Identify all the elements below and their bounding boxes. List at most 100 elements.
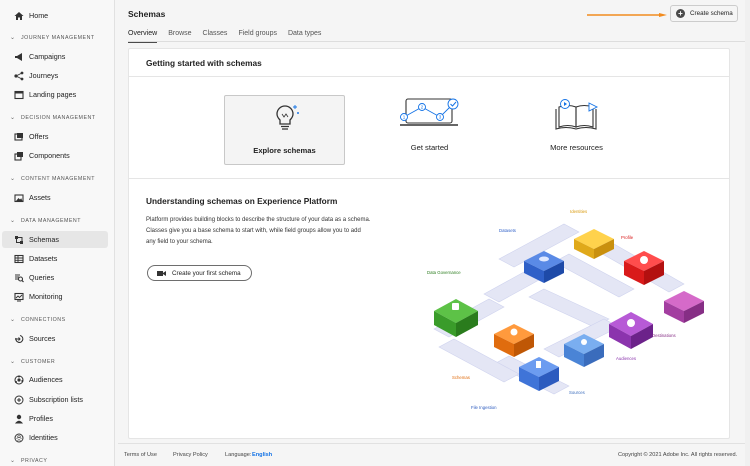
page-icon	[14, 90, 24, 100]
cta-label: Create your first schema	[172, 269, 241, 277]
sidebar-item-offers[interactable]: Offers	[2, 128, 108, 145]
components-icon	[14, 151, 24, 161]
section-title: DECISION MANAGEMENT	[21, 114, 96, 121]
tab-divider	[128, 41, 745, 42]
schema-icon	[14, 235, 24, 245]
card-title: Getting started with schemas	[146, 58, 262, 68]
chevron-down-icon: ⌄	[10, 218, 16, 224]
sidebar-item-label: Datasets	[29, 254, 58, 263]
sidebar-item-sources[interactable]: Sources	[2, 330, 108, 347]
footer: Terms of Use Privacy Policy Language: En…	[118, 443, 748, 466]
sidebar-item-queries[interactable]: Queries	[2, 269, 108, 286]
sidebar-item-campaigns[interactable]: Campaigns	[2, 48, 108, 65]
profile-icon	[14, 414, 24, 424]
label-datasets: Datasets	[499, 228, 516, 233]
sidebar-item-label: Assets	[29, 193, 51, 202]
assets-icon	[14, 193, 24, 203]
tile-more-resources[interactable]: More resources	[516, 95, 637, 165]
label-identities: Identities	[570, 209, 587, 214]
sidebar-item-label: Identities	[29, 433, 58, 442]
chevron-down-icon: ⌄	[10, 176, 16, 182]
sidebar-item-label: Profiles	[29, 414, 53, 423]
sidebar-item-label: Offers	[29, 132, 49, 141]
language-selector[interactable]: English	[252, 452, 272, 458]
sidebar-item-datasets[interactable]: Datasets	[2, 250, 108, 267]
sidebar-item-label: Campaigns	[29, 52, 66, 61]
sidebar-item-profiles[interactable]: Profiles	[2, 410, 108, 427]
terms-link[interactable]: Terms of Use	[124, 452, 157, 458]
divider	[129, 178, 729, 179]
sidebar-item-components[interactable]: Components	[2, 147, 108, 164]
sidebar-item-identities[interactable]: Identities	[2, 429, 108, 446]
tile-get-started[interactable]: 1 2 3 Get started	[369, 95, 490, 165]
sidebar-item-label: Components	[29, 151, 70, 160]
datasets-icon	[14, 254, 24, 264]
label-profile: Profile	[621, 235, 634, 240]
section-connections[interactable]: ⌄ CONNECTIONS	[10, 316, 66, 324]
sidebar-item-label: Journeys	[29, 71, 59, 80]
section-title: JOURNEY MANAGEMENT	[21, 34, 95, 41]
sidebar-item-label: Audiences	[29, 375, 63, 384]
sidebar-item-journeys[interactable]: Journeys	[2, 67, 108, 84]
scrollbar[interactable]	[745, 0, 750, 466]
destinations-block	[664, 291, 704, 323]
laptop-steps-icon: 1 2 3	[400, 98, 459, 126]
sidebar-item-schemas[interactable]: Schemas	[2, 231, 108, 248]
sidebar-item-label: Landing pages	[29, 90, 77, 99]
page-title: Schemas	[128, 9, 166, 19]
section-journey-management[interactable]: ⌄ JOURNEY MANAGEMENT	[10, 34, 95, 42]
sidebar-item-home[interactable]: Home	[2, 7, 108, 24]
label-schemas: Schemas	[452, 375, 470, 380]
audiences-block	[609, 312, 653, 349]
label-sources: Sources	[569, 390, 585, 395]
section-title: CONNECTIONS	[21, 316, 66, 323]
description-text: Platform provides building blocks to des…	[146, 217, 371, 245]
chevron-down-icon: ⌄	[10, 458, 16, 464]
label-audiences: Audiences	[616, 356, 636, 361]
chevron-down-icon: ⌄	[10, 359, 16, 365]
section-subtitle: Understanding schemas on Experience Plat…	[146, 196, 338, 206]
identities-icon	[14, 433, 24, 443]
sidebar-item-subscription-lists[interactable]: Subscription lists	[2, 391, 108, 408]
schema-ecosystem-illustration: Identities Datasets Profile Data Governa…	[427, 209, 704, 410]
sidebar-item-audiences[interactable]: Audiences	[2, 371, 108, 388]
create-first-schema-button[interactable]: Create your first schema	[147, 265, 252, 281]
getting-started-card: Getting started with schemas Explore sch…	[128, 48, 730, 439]
section-privacy[interactable]: ⌄ PRIVACY	[10, 457, 48, 465]
label-data-governance: Data Governance	[427, 270, 461, 275]
language-label: Language:	[225, 452, 252, 458]
video-camera-icon	[157, 270, 166, 276]
monitoring-icon	[14, 292, 24, 302]
divider	[129, 76, 729, 77]
sidebar: Home ⌄ JOURNEY MANAGEMENT Campaigns Journ…	[0, 0, 115, 466]
sidebar-item-label: Home	[29, 11, 49, 20]
audiences-icon	[14, 375, 24, 385]
sidebar-item-label: Monitoring	[29, 292, 63, 301]
sources-icon	[14, 334, 24, 344]
tile-label: Explore schemas	[253, 146, 316, 155]
sidebar-item-landing-pages[interactable]: Landing pages	[2, 86, 108, 103]
schemas-block	[494, 324, 534, 357]
tile-explore-schemas[interactable]: Explore schemas	[224, 95, 345, 165]
create-schema-button[interactable]: + Create schema	[670, 5, 738, 22]
privacy-link[interactable]: Privacy Policy	[173, 452, 208, 458]
section-title: PRIVACY	[21, 457, 48, 464]
section-content-management[interactable]: ⌄ CONTENT MANAGEMENT	[10, 175, 95, 183]
queries-icon	[14, 273, 24, 283]
book-icon	[555, 99, 599, 130]
sidebar-item-monitoring[interactable]: Monitoring	[2, 288, 108, 305]
chevron-down-icon: ⌄	[10, 35, 16, 41]
section-title: CONTENT MANAGEMENT	[21, 175, 95, 182]
subscription-icon	[14, 395, 24, 405]
chevron-down-icon: ⌄	[10, 115, 16, 121]
section-customer[interactable]: ⌄ CUSTOMER	[10, 358, 56, 366]
tile-label: Get started	[410, 143, 449, 152]
megaphone-icon	[14, 52, 24, 62]
section-decision-management[interactable]: ⌄ DECISION MANAGEMENT	[10, 114, 96, 122]
section-title: CUSTOMER	[21, 358, 56, 365]
section-data-management[interactable]: ⌄ DATA MANAGEMENT	[10, 217, 81, 225]
label-file-ingestion: File Ingestion	[471, 405, 497, 410]
sidebar-item-assets[interactable]: Assets	[2, 189, 108, 206]
offers-icon	[14, 132, 24, 142]
sidebar-item-label: Subscription lists	[29, 395, 83, 404]
